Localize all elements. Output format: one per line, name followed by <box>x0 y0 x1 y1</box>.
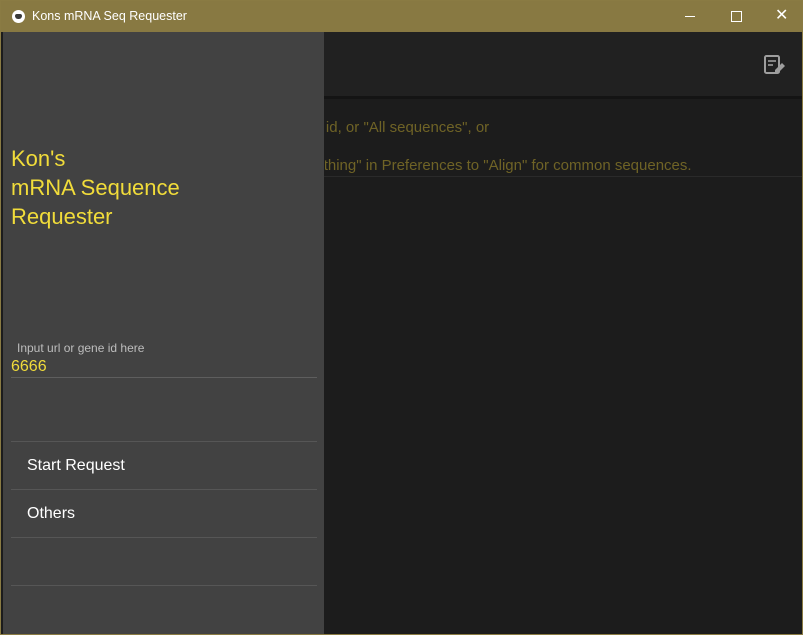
close-button[interactable]: ✕ <box>759 1 803 32</box>
gene-input-field[interactable]: 6666 <box>11 358 47 376</box>
drawer-title: Kon's mRNA Sequence Requester <box>11 146 180 229</box>
main-divider <box>323 176 802 177</box>
app-content: Input an url, gene id, or "All sequences… <box>3 32 802 634</box>
empty-menu-item[interactable] <box>11 537 317 585</box>
input-underline <box>11 377 317 378</box>
app-logo-icon <box>12 10 25 23</box>
minimize-button[interactable] <box>667 1 713 32</box>
navigation-drawer: Kon's mRNA Sequence Requester Input url … <box>3 32 324 634</box>
maximize-button[interactable] <box>713 1 759 32</box>
minimize-icon <box>685 16 695 17</box>
window-title: Kons mRNA Seq Requester <box>32 9 187 23</box>
menu-divider <box>11 585 317 586</box>
maximize-icon <box>731 11 742 22</box>
gene-input-placeholder: Input url or gene id here <box>17 341 145 355</box>
others-button[interactable]: Others <box>11 489 317 537</box>
instruction-line-1: Input an url, gene id, or "All sequences… <box>325 119 490 136</box>
close-icon: ✕ <box>775 7 789 24</box>
instruction-line-2: Switch the "Do nothing" in Preferences t… <box>325 157 692 174</box>
title-bar[interactable]: Kons mRNA Seq Requester ✕ <box>1 1 802 32</box>
start-request-button[interactable]: Start Request <box>11 441 317 489</box>
menu-item-label: Start Request <box>27 457 125 474</box>
main-panel: Input an url, gene id, or "All sequences… <box>325 32 802 634</box>
app-window: Kons mRNA Seq Requester ✕ Input an url, … <box>0 0 803 635</box>
menu-item-label: Others <box>27 505 76 522</box>
